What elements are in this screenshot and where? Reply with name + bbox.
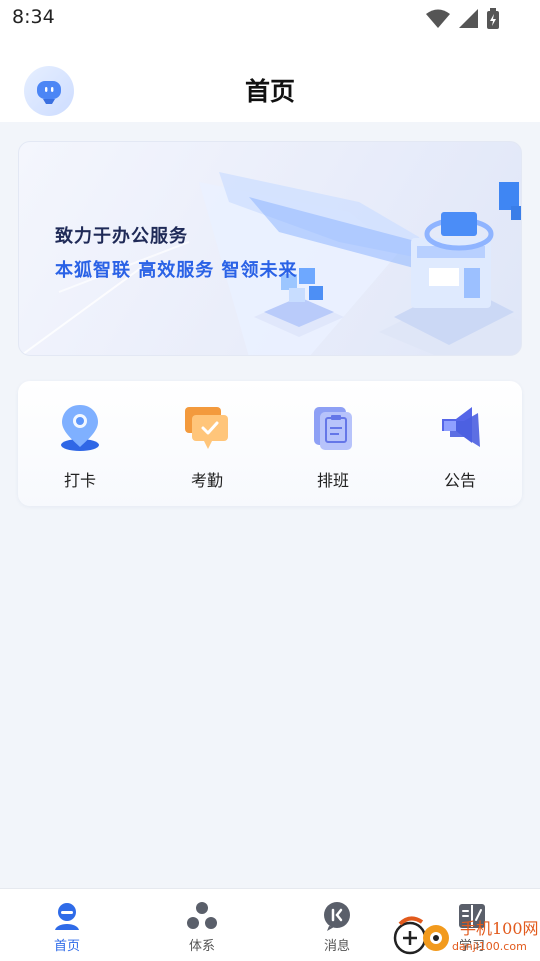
tab-home-label: 首页: [53, 939, 80, 954]
watermark-logo-icon: [393, 916, 449, 955]
location-pin-icon: [61, 405, 99, 451]
site-watermark: 手机100网 danji100.com: [392, 912, 540, 960]
battery-icon: [487, 8, 499, 29]
status-icons: [426, 8, 500, 30]
shortcut-attendance-label: 考勤: [190, 471, 223, 490]
shortcut-clock-in-label: 打卡: [63, 471, 96, 490]
shortcut-schedule-label: 排班: [316, 471, 349, 490]
signal-icon: [459, 9, 478, 28]
network-nodes-icon: [187, 902, 217, 929]
home-avatar-icon: [55, 903, 79, 930]
wifi-icon: [426, 9, 450, 28]
banner-headline: 致力于办公服务: [55, 226, 188, 247]
watermark-url: danji100.com: [452, 940, 527, 953]
tab-messages[interactable]: 消息: [297, 899, 377, 954]
status-time: 8:34: [12, 6, 55, 28]
megaphone-icon: [442, 407, 480, 447]
shortcut-announcement[interactable]: 公告: [415, 403, 505, 491]
app-header: 首页: [0, 38, 540, 122]
status-bar: 8:34: [0, 0, 540, 38]
shortcut-card: 打卡 考勤 排班 公告: [18, 381, 522, 506]
watermark-name: 手机100网: [460, 919, 539, 938]
tab-messages-label: 消息: [323, 939, 350, 954]
shortcut-announcement-label: 公告: [443, 471, 476, 490]
page-title: 首页: [244, 77, 295, 106]
shortcut-schedule[interactable]: 排班: [288, 403, 378, 491]
tab-system-label: 体系: [188, 939, 215, 954]
schedule-clipboard-icon: [314, 407, 352, 450]
banner-subheadline: 本狐智联 高效服务 智领未来: [55, 260, 298, 281]
attendance-chat-check-icon: [185, 407, 228, 449]
message-bubble-icon: [324, 902, 350, 931]
tab-home[interactable]: 首页: [27, 899, 107, 954]
building-platform: [379, 182, 521, 355]
promo-banner[interactable]: 致力于办公服务 本狐智联 高效服务 智领未来: [18, 141, 522, 356]
banner-illustration: [20, 172, 521, 355]
tab-system[interactable]: 体系: [162, 899, 242, 954]
shortcut-clock-in[interactable]: 打卡: [35, 403, 125, 491]
shortcut-attendance[interactable]: 考勤: [162, 403, 252, 491]
